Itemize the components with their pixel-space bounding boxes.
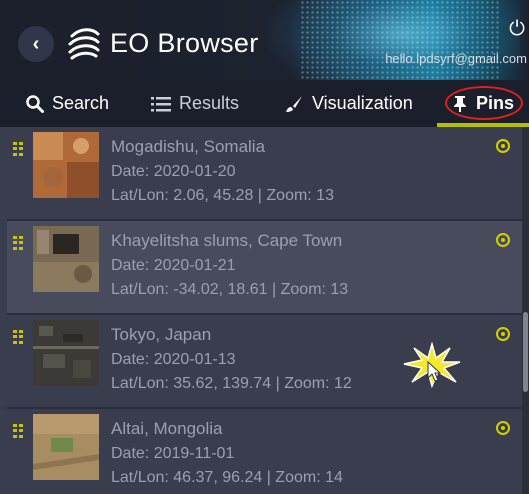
- back-button[interactable]: ‹: [18, 26, 54, 62]
- drag-handle-icon[interactable]: [13, 330, 23, 344]
- locate-icon[interactable]: [496, 327, 510, 341]
- pin-item[interactable]: Khayelitsha slums, Cape Town Date: 2020-…: [7, 221, 522, 315]
- tab-label: Visualization: [312, 93, 413, 113]
- tab-pins[interactable]: Pins: [437, 80, 529, 127]
- pin-coordinates: Lat/Lon: -34.02, 18.61 | Zoom: 13: [111, 281, 349, 298]
- locate-icon[interactable]: [496, 139, 510, 153]
- app-header: ‹ EO Browser ⏻ hello.lpdsyrf@gmail.com: [0, 0, 529, 80]
- locate-icon[interactable]: [496, 421, 510, 435]
- app-title: EO Browser: [110, 28, 259, 58]
- scrollbar-thumb[interactable]: [523, 312, 528, 392]
- tab-label: Results: [179, 93, 240, 113]
- tab-label: Search: [52, 93, 110, 113]
- drag-handle-icon[interactable]: [13, 142, 23, 156]
- pin-item[interactable]: Mogadishu, Somalia Date: 2020-01-20 Lat/…: [7, 127, 522, 221]
- list-icon: [151, 96, 171, 112]
- tab-results[interactable]: Results: [151, 80, 239, 127]
- pin-date: Date: 2020-01-13: [111, 351, 236, 368]
- pin-date: Date: 2020-01-21: [111, 257, 236, 274]
- pin-item[interactable]: Altai, Mongolia Date: 2019-11-01 Lat/Lon…: [7, 409, 522, 494]
- tab-search[interactable]: Search: [26, 80, 109, 127]
- pin-coordinates: Lat/Lon: 35.62, 139.74 | Zoom: 12: [111, 375, 352, 392]
- pin-thumbnail: [33, 414, 99, 480]
- pin-title: Khayelitsha slums, Cape Town: [111, 231, 343, 250]
- search-icon: [26, 94, 44, 113]
- pins-list: Mogadishu, Somalia Date: 2020-01-20 Lat/…: [7, 127, 522, 494]
- header-dots-pattern: [300, 0, 500, 80]
- tab-bar: Search Results Visualization Pins: [0, 80, 529, 127]
- pin-coordinates: Lat/Lon: 2.06, 45.28 | Zoom: 13: [111, 187, 334, 204]
- eo-browser-logo-icon: [68, 28, 100, 60]
- pin-thumbnail: [33, 132, 99, 198]
- brush-icon: [284, 94, 304, 114]
- red-highlight-circle: [445, 86, 523, 120]
- pin-title: Tokyo, Japan: [111, 325, 212, 344]
- drag-handle-icon[interactable]: [13, 424, 23, 438]
- click-highlight-icon: [403, 342, 461, 388]
- pin-date: Date: 2020-01-20: [111, 163, 236, 180]
- pin-title: Altai, Mongolia: [111, 419, 223, 438]
- tab-visualization[interactable]: Visualization: [284, 80, 413, 127]
- scrollbar[interactable]: [522, 127, 529, 494]
- pin-title: Mogadishu, Somalia: [111, 137, 266, 156]
- drag-handle-icon[interactable]: [13, 236, 23, 250]
- pin-thumbnail: [33, 226, 99, 292]
- user-email: hello.lpdsyrf@gmail.com: [385, 51, 527, 66]
- power-icon[interactable]: ⏻: [509, 18, 525, 41]
- pin-date: Date: 2019-11-01: [111, 445, 235, 462]
- pin-coordinates: Lat/Lon: 46.37, 96.24 | Zoom: 14: [111, 469, 343, 486]
- locate-icon[interactable]: [496, 233, 510, 247]
- pin-thumbnail: [33, 320, 99, 386]
- chevron-left-icon: ‹: [32, 32, 40, 55]
